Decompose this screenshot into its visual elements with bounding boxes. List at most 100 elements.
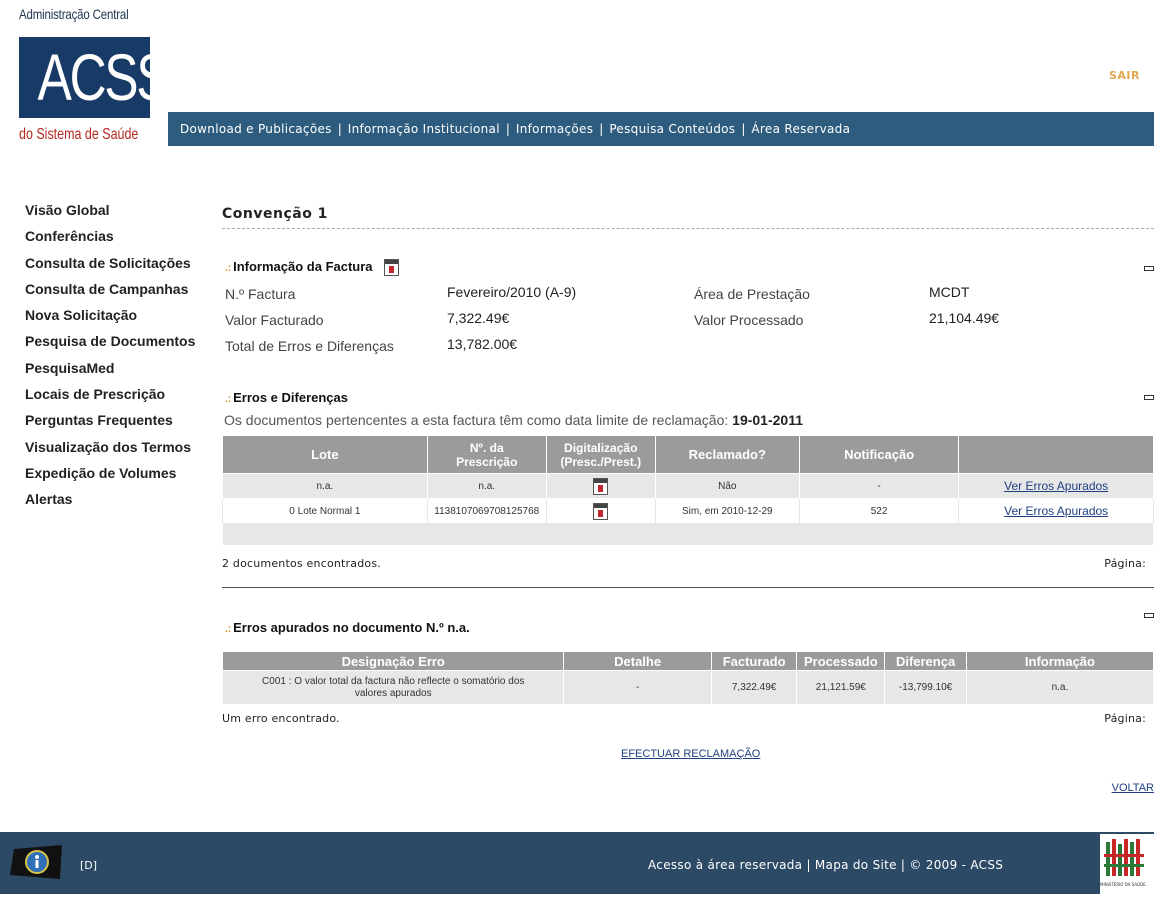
col-digitalizacao: Digitalização (Presc./Prest.) (545, 435, 656, 474)
page-title: Convenção 1 (222, 206, 328, 222)
cell-prescricao: n.a. (426, 473, 547, 499)
reclamacao-notice: Os documentos pertencentes a esta factur… (224, 412, 803, 428)
valor-facturado-value: 7,322.49€ (447, 310, 510, 326)
section-title-informacao: .: Informação da Factura (225, 259, 400, 277)
logout-link[interactable]: SAIR (1109, 69, 1140, 82)
notice-date: 19-01-2011 (732, 412, 803, 428)
errors-count: Um erro encontrado. (222, 712, 340, 725)
designacao-line-1: C001 : O valor total da factura não refl… (262, 675, 525, 687)
section-title-apurados: .: Erros apurados no documento N.º n.a. (225, 620, 470, 635)
page-footer: [D] Acesso à área reservada | Mapa do Si… (0, 832, 1154, 894)
sidebar-item-conferencias[interactable]: Conferências (25, 226, 195, 252)
col-detalhe: Detalhe (563, 651, 712, 671)
ministerio-logo: MINISTÉRIO DA SAÚDE (1100, 834, 1154, 894)
cell-ver-erros: Ver Erros Apurados (958, 498, 1154, 524)
nav-separator: | (505, 122, 510, 136)
nav-separator: | (337, 122, 342, 136)
documents-count: 2 documentos encontrados. (222, 557, 381, 570)
nav-pesquisa-conteudos[interactable]: Pesquisa Conteúdos (609, 122, 735, 136)
cell-notificacao: - (798, 473, 960, 499)
pdf-icon[interactable] (384, 259, 400, 277)
acss-logo[interactable]: ACSS (19, 37, 171, 118)
cell-prescricao: 1138107069708125768 (426, 498, 547, 524)
section-title-erros: .: Erros e Diferenças (225, 390, 348, 405)
sidebar-item-perguntas-frequentes[interactable]: Perguntas Frequentes (25, 410, 195, 436)
cell-detalhe: - (563, 670, 712, 705)
main-navbar: Download e Publicações | Informação Instit… (168, 112, 1154, 146)
cell-diferenca: -13,799.10€ (884, 670, 967, 705)
accessibility-icon[interactable] (10, 845, 66, 879)
collapse-icon[interactable] (1144, 266, 1154, 271)
col-lote: Lote (222, 435, 428, 474)
pdf-icon[interactable] (593, 477, 609, 495)
notice-text: Os documentos pertencentes a esta factur… (224, 412, 733, 428)
cell-reclamado: Não (654, 473, 800, 499)
cell-processado: 21,121.59€ (796, 670, 886, 705)
col-prescricao: Nº. da Prescrição (426, 435, 547, 474)
ver-erros-link[interactable]: Ver Erros Apurados (1004, 504, 1108, 518)
table-row: C001 : O valor total da factura não refl… (221, 670, 1154, 705)
pagination-label: Página: (1104, 712, 1146, 725)
col-informacao: Informação (965, 651, 1154, 671)
nav-separator: | (599, 122, 604, 136)
logo-top-text: Administração Central (19, 6, 129, 22)
pdf-icon[interactable] (593, 502, 609, 520)
nav-informacao-institucional[interactable]: Informação Institucional (348, 122, 500, 136)
nav-informacoes[interactable]: Informações (516, 122, 593, 136)
sidebar-item-visao-global[interactable]: Visão Global (25, 200, 195, 226)
sidebar-menu: Visão Global Conferências Consulta de So… (25, 200, 195, 516)
sidebar-item-visualizacao-termos[interactable]: Visualização dos Termos (25, 437, 195, 463)
sidebar-item-nova-solicitacao[interactable]: Nova Solicitação (25, 305, 195, 331)
collapse-icon[interactable] (1144, 613, 1154, 618)
table-footer-cell (222, 523, 1154, 546)
table-footer-row (222, 523, 1154, 546)
col-notificacao: Notificação (798, 435, 960, 474)
sidebar-item-consulta-campanhas[interactable]: Consulta de Campanhas (25, 279, 195, 305)
documents-table: Lote Nº. da Prescrição Digitalização (Pres… (222, 435, 1154, 546)
ministerio-text: MINISTÉRIO DA SAÚDE (1100, 882, 1146, 887)
total-erros-value: 13,782.00€ (447, 336, 518, 352)
section-divider (222, 587, 1154, 588)
voltar-link[interactable]: VOLTAR (1112, 782, 1154, 794)
sidebar-item-locais-prescricao[interactable]: Locais de Prescrição (25, 384, 195, 410)
col-digitalizacao-l1: Digitalização (564, 440, 638, 455)
col-designacao: Designação Erro (221, 651, 565, 671)
sidebar-item-alertas[interactable]: Alertas (25, 489, 195, 515)
cell-ver-erros: Ver Erros Apurados (958, 473, 1154, 499)
errors-table: Designação Erro Detalhe Facturado Proces… (221, 651, 1154, 705)
table-row: n.a. n.a. Não - Ver Erros Apurados (222, 473, 1154, 499)
cell-designacao: C001 : O valor total da factura não refl… (221, 670, 565, 705)
footer-links[interactable]: Acesso à área reservada | Mapa do Site |… (648, 858, 1003, 872)
factura-label: N.º Factura (225, 286, 296, 302)
pagination-label: Página: (1104, 557, 1146, 570)
sidebar-item-expedicao-volumes[interactable]: Expedição de Volumes (25, 463, 195, 489)
section-marker: .: (225, 263, 232, 274)
nav-area-reservada[interactable]: Área Reservada (751, 122, 850, 136)
total-erros-label: Total de Erros e Diferenças (225, 338, 394, 354)
section-marker: .: (225, 624, 232, 635)
valor-processado-label: Valor Processado (694, 312, 804, 328)
valor-facturado-label: Valor Facturado (225, 312, 324, 328)
collapse-icon[interactable] (1144, 395, 1154, 400)
col-facturado: Facturado (710, 651, 798, 671)
sidebar-item-pesquisamed[interactable]: PesquisaMed (25, 358, 195, 384)
section-title-text: Erros e Diferenças (233, 390, 349, 405)
col-processado: Processado (796, 651, 886, 671)
cell-notificacao: 522 (798, 498, 960, 524)
table-header-row: Designação Erro Detalhe Facturado Proces… (221, 651, 1154, 671)
cell-digitalizacao (545, 473, 656, 499)
section-title-text: Informação da Factura (233, 259, 373, 274)
designacao-line-2: valores apurados (354, 687, 432, 699)
table-row: 0 Lote Normal 1 1138107069708125768 Sim,… (222, 498, 1154, 524)
sidebar-item-consulta-solicitacoes[interactable]: Consulta de Solicitações (25, 253, 195, 279)
nav-download[interactable]: Download e Publicações (180, 122, 332, 136)
d-label[interactable]: [D] (80, 859, 97, 872)
ver-erros-link[interactable]: Ver Erros Apurados (1004, 479, 1108, 493)
sidebar-item-pesquisa-documentos[interactable]: Pesquisa de Documentos (25, 331, 195, 357)
cell-lote: 0 Lote Normal 1 (222, 498, 428, 524)
table-header-row: Lote Nº. da Prescrição Digitalização (Pres… (222, 435, 1154, 474)
col-prescricao-l2: Prescrição (456, 454, 518, 469)
nav-separator: | (741, 122, 746, 136)
valor-processado-value: 21,104.49€ (929, 310, 1000, 326)
efectuar-reclamacao-link[interactable]: EFECTUAR RECLAMAÇÃO (621, 748, 760, 760)
